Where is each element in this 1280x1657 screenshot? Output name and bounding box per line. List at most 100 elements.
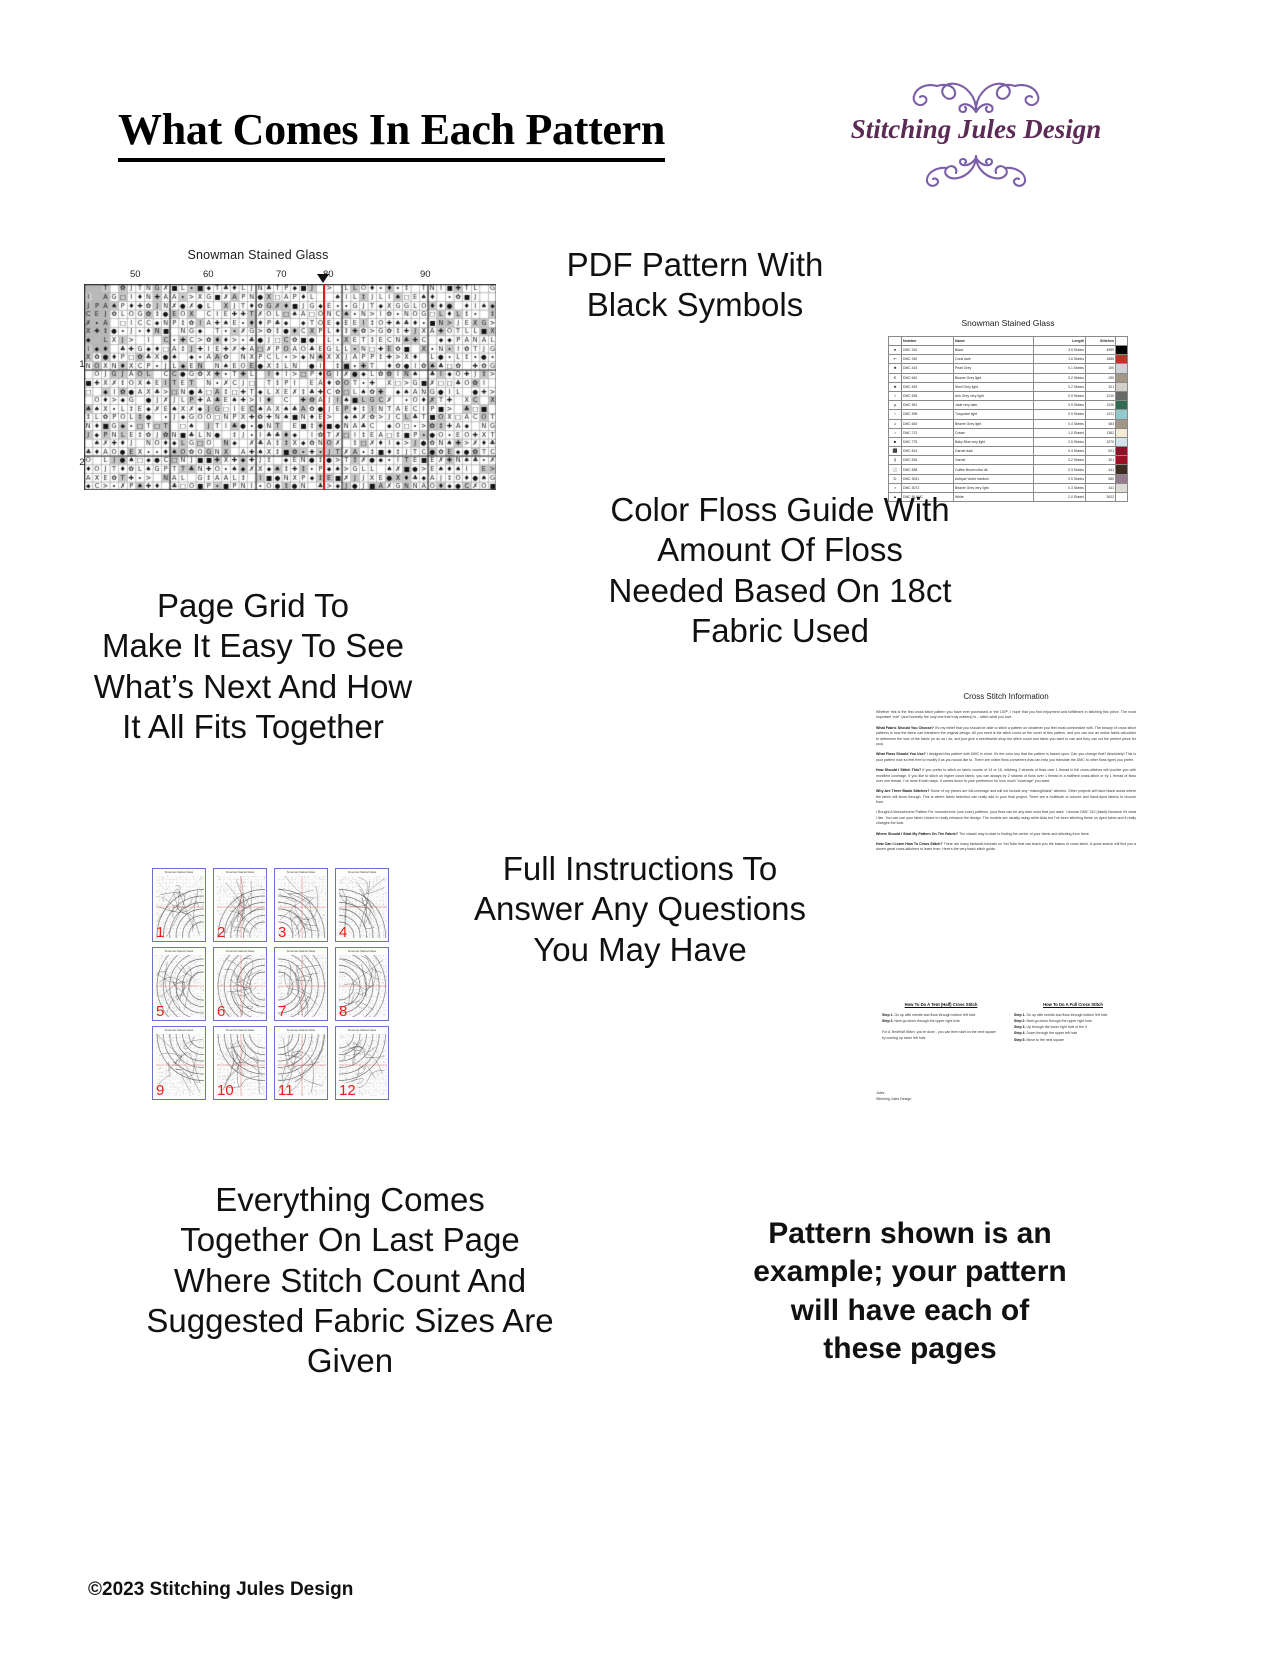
instruction-question: Where Should I Start My Pattern On The F… (876, 831, 960, 836)
instructions-document: Cross Stitch Information Whether this is… (868, 690, 1144, 1110)
thumbnail-title: Snowman Stained Glass (225, 871, 255, 874)
page-thumbnail[interactable]: Snowman Stained Glass 6 (213, 947, 267, 1021)
caption-full-instructions: Full Instructions To Answer Any Question… (474, 850, 806, 968)
floss-cell: 301 (1085, 455, 1116, 466)
page-thumbnail[interactable]: Snowman Stained Glass 5 (152, 947, 206, 1021)
tent-stitch-note: For A Tent/Half Stitch, you’re done - yo… (882, 1030, 996, 1040)
color-swatch (1116, 401, 1127, 409)
floss-cell: Jade very dark (953, 400, 1034, 411)
floss-swatch-cell (1115, 372, 1128, 383)
instruction-paragraph: What Fabric Should You Choose? It’s my b… (876, 725, 1136, 746)
instruction-paragraph: Where Should I Start My Pattern On The F… (876, 831, 1090, 836)
floss-swatch-cell (1115, 482, 1128, 494)
floss-cell: Garnet (953, 455, 1034, 466)
floss-swatch-cell (1115, 390, 1128, 402)
color-swatch (1116, 456, 1127, 464)
floss-cell: ⸨ (888, 455, 902, 466)
page-thumbnail[interactable]: Snowman Stained Glass 8 (335, 947, 389, 1021)
chart-title: Snowman Stained Glass (187, 248, 329, 262)
chart-center-marker-icon (317, 274, 329, 283)
page-thumbnail[interactable]: Snowman Stained Glass 7 (274, 947, 328, 1021)
step-label: Step 4. (1014, 1031, 1027, 1036)
floss-cell: DMC 561 (901, 400, 954, 411)
floss-cell: 0.3 Skeins (1033, 464, 1086, 475)
floss-col-header: Length (1033, 336, 1086, 346)
color-swatch (1116, 383, 1127, 391)
floss-cell: Beaver Grey light (953, 418, 1034, 429)
page-thumbnail[interactable]: Snowman Stained Glass 1 (152, 868, 206, 942)
page-thumbnail[interactable]: Snowman Stained Glass 10 (213, 1026, 267, 1100)
floss-cell: Shell Grey light (953, 381, 1034, 392)
floss-cell: ➸ (888, 354, 902, 365)
stitch-step: Step 2. Next go down through the upper r… (882, 1019, 960, 1024)
page-thumbnail[interactable]: Snowman Stained Glass 3 (274, 868, 328, 942)
floss-cell: 441 (1085, 482, 1116, 494)
floss-cell: I (888, 390, 902, 402)
table-row: ♀ DMC 598 Turquoise light 0.9 Skeins 1221 (888, 409, 1128, 420)
page-number-label: 1 (156, 924, 165, 941)
caption-page-grid: Page Grid To Make It Easy To See What’s … (93, 587, 413, 745)
color-swatch (1116, 493, 1127, 501)
floss-cell: ⬜ (888, 464, 902, 475)
floss-cell: 2.0 Skeins (1033, 491, 1086, 503)
floss-swatch-cell (1115, 473, 1128, 484)
tent-stitch-guide: How To Do A Tent (Half) Cross Stitch Ste… (882, 1002, 1000, 1043)
floss-cell: 1.6 Skeins (1033, 354, 1086, 365)
floss-cell: 0.4 Skeins (1033, 418, 1086, 429)
floss-cell: 0.9 Skeins (1033, 400, 1086, 411)
instructions-body: Whether this is the first cross stitch p… (876, 710, 1136, 858)
thumbnail-title: Snowman Stained Glass (286, 950, 316, 953)
page-number-label: 9 (156, 1082, 165, 1099)
floss-cell: 483 (1085, 418, 1116, 429)
caption-color-floss: Color Floss Guide With Amount Of Floss N… (608, 491, 952, 649)
full-stitch-steps: Step 1. Go up with needle and floss thro… (1014, 1012, 1132, 1043)
page-number-label: 12 (339, 1082, 356, 1099)
floss-cell: 3270 (1085, 436, 1116, 448)
thumbnail-title: Snowman Stained Glass (286, 871, 316, 874)
page-grid-thumbnails: Snowman Stained Glass 1 Snowman Stained Gl… (152, 868, 392, 1108)
thumbnail-title: Snowman Stained Glass (347, 1029, 377, 1032)
thumbnail-title: Snowman Stained Glass (347, 950, 377, 953)
step-label: Step 1. (882, 1013, 895, 1017)
color-swatch (1116, 475, 1127, 483)
chart-col-label: 60 (203, 269, 214, 280)
page-thumbnail[interactable]: Snowman Stained Glass 11 (274, 1026, 328, 1100)
floss-cell: 0.1 Skeins (1033, 363, 1086, 374)
floss-guide-table-block: Snowman Stained Glass Number Name Length St… (888, 318, 1128, 503)
page-number-label: 2 (217, 924, 226, 941)
floss-guide-table: Number Name Length Stitches ● DMC 310 Black 3.… (888, 336, 1128, 503)
floss-swatch-cell (1115, 491, 1128, 503)
page-thumbnail[interactable]: Snowman Stained Glass 2 (213, 868, 267, 942)
floss-cell: 1886 (1085, 354, 1116, 365)
floss-swatch-cell (1115, 409, 1128, 420)
chart-col-label: 70 (276, 269, 287, 280)
instruction-paragraph: How Should I Stitch This? If you prefer … (876, 768, 1136, 783)
table-row: ⬛ DMC 814 Garnet dark 0.4 Skeins 521 (888, 446, 1128, 457)
chart-column-labels: 50 60 70 80 90 (58, 269, 458, 283)
page-number-label: 11 (278, 1082, 294, 1099)
floss-col-header: Stitches (1085, 336, 1116, 346)
page-thumbnail[interactable]: Snowman Stained Glass 9 (152, 1026, 206, 1100)
page-title: What Comes In Each Pattern (118, 104, 665, 162)
thumbnail-title: Snowman Stained Glass (164, 871, 194, 874)
table-row: ρ DMC 561 Jade very dark 0.9 Skeins 1226 (888, 400, 1128, 411)
floss-cell: ♫ (888, 418, 902, 429)
floss-cell: ♣ (888, 381, 902, 392)
floss-cell: Antique Violet medium (953, 473, 1034, 484)
thumbnail-title: Snowman Stained Glass (164, 950, 194, 953)
table-row: D DMC 3041 Antique Violet medium 0.5 Skeins… (888, 473, 1128, 484)
page-thumbnail[interactable]: Snowman Stained Glass 4 (335, 868, 389, 942)
table-row: ⸨ DMC 816 Garnet 0.2 Skeins 301 (888, 455, 1128, 466)
page-thumbnail[interactable]: Snowman Stained Glass 12 (335, 1026, 389, 1100)
floss-cell: DMC 814 (901, 446, 954, 457)
color-swatch (1116, 346, 1127, 354)
chart-grid-canvas (84, 284, 496, 490)
floss-table-head: Number Name Length Stitches (888, 336, 1128, 346)
tent-stitch-steps: Step 1. Go up with needle and floss thro… (882, 1012, 1000, 1024)
brand-name: Stitching Jules Design (850, 114, 1102, 144)
caption-everything-comes: Everything Comes Together On Last Page W… (146, 1181, 554, 1379)
floss-cell: 321 (1085, 381, 1116, 392)
chart-center-line (323, 284, 325, 490)
floss-cell: ρ (888, 400, 902, 411)
cross-stitch-chart: Snowman Stained Glass 5060708090 1020 (58, 248, 496, 500)
